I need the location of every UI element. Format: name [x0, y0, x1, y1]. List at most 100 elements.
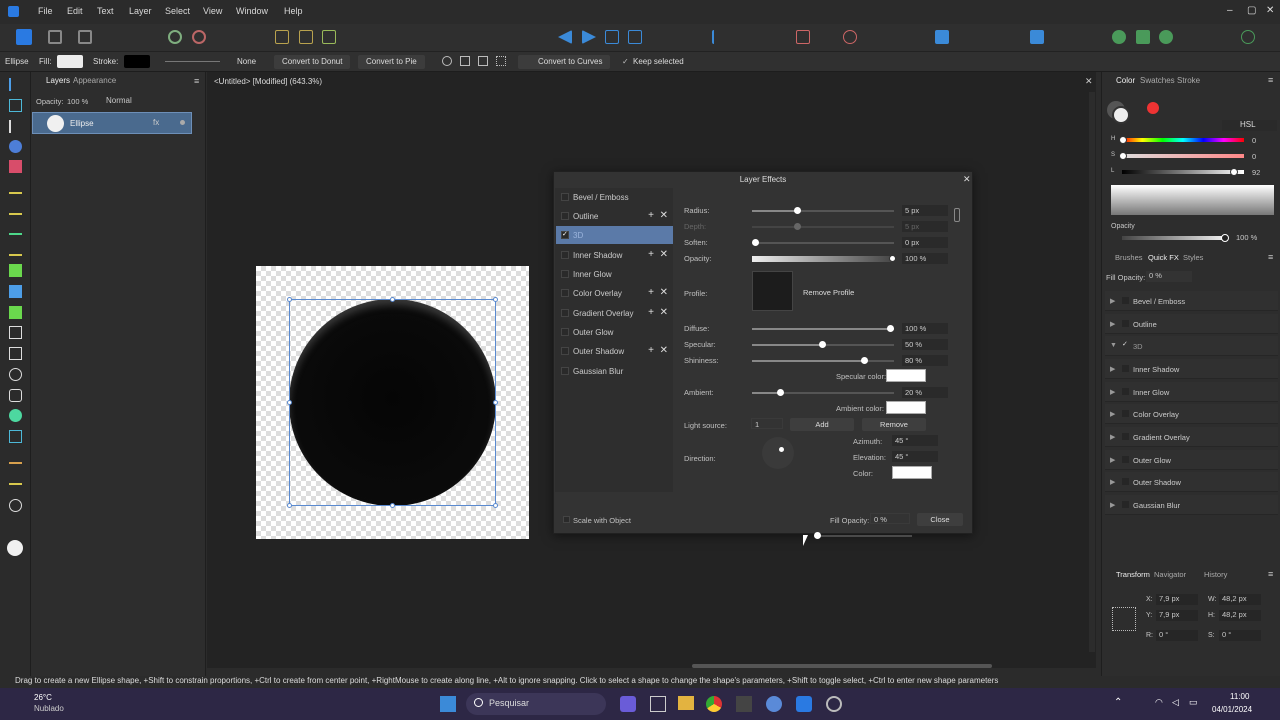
stroke-width-slider[interactable]: [165, 61, 220, 62]
affinity-designer-icon[interactable]: [796, 696, 812, 712]
menu-text[interactable]: Text: [97, 6, 114, 16]
qfx-outer-shadow[interactable]: ▶ Outer Shadow: [1105, 472, 1278, 492]
add-light-button[interactable]: Add: [790, 418, 854, 431]
bbox-icon[interactable]: [460, 56, 470, 66]
paint-tool-icon[interactable]: [9, 243, 22, 256]
clock-date[interactable]: 04/01/2024: [1212, 705, 1252, 714]
add-effect-icon[interactable]: +: [648, 210, 654, 221]
handle-tl[interactable]: [287, 297, 292, 302]
tab-stroke[interactable]: Stroke: [1177, 76, 1200, 85]
blend-mode-select[interactable]: Normal: [106, 96, 171, 107]
taskbar-search[interactable]: Pesquisar: [466, 693, 606, 715]
direction-wheel[interactable]: [762, 437, 794, 469]
crop-tool-icon[interactable]: [9, 326, 22, 339]
handle-tr[interactable]: [493, 297, 498, 302]
snap-icon[interactable]: [496, 56, 506, 66]
h-dim-value[interactable]: 48,2 px: [1219, 610, 1261, 621]
node-tool-icon[interactable]: [9, 120, 22, 133]
artboard-tool-icon[interactable]: [9, 99, 22, 112]
account-icon[interactable]: [1241, 30, 1255, 44]
ambient-color-swatch[interactable]: [886, 401, 926, 414]
file-explorer-icon[interactable]: [678, 696, 694, 710]
add-effect-icon[interactable]: +: [648, 287, 654, 298]
l-value[interactable]: 92: [1252, 168, 1260, 177]
boolean-subtract-icon[interactable]: [843, 30, 857, 44]
close-button[interactable]: Close: [917, 513, 963, 526]
flip-vertical-icon[interactable]: [582, 30, 596, 44]
w-value[interactable]: 48,2 px: [1219, 594, 1261, 605]
tab-quickfx[interactable]: Quick FX: [1148, 253, 1179, 262]
opacity-value[interactable]: 100 %: [902, 253, 948, 264]
fill-tool-icon[interactable]: [9, 264, 22, 277]
fill-stroke-wells[interactable]: [1112, 106, 1130, 124]
qfx-color-overlay[interactable]: ▶ Color Overlay: [1105, 404, 1278, 424]
weather-condition[interactable]: Nublado: [34, 704, 64, 713]
shininess-value[interactable]: 80 %: [902, 355, 948, 366]
h-value[interactable]: 0: [1252, 136, 1256, 145]
handle-b[interactable]: [390, 503, 395, 508]
qfx-fill-opacity-select[interactable]: 0 %: [1146, 271, 1192, 282]
effect-checkbox[interactable]: [561, 309, 569, 317]
tab-brushes[interactable]: Brushes: [1115, 253, 1143, 262]
rotate-right-icon[interactable]: [628, 30, 642, 44]
vector-crop-icon[interactable]: [9, 451, 22, 464]
remove-effect-icon[interactable]: ✕: [660, 249, 668, 260]
share-icon[interactable]: [1159, 30, 1173, 44]
rounded-rect-tool-icon[interactable]: [9, 389, 22, 402]
anchor-selector[interactable]: [1112, 607, 1136, 631]
specular-value[interactable]: 50 %: [902, 339, 948, 350]
align-icon[interactable]: [275, 30, 289, 44]
effect-outer-shadow[interactable]: Outer Shadow + ✕: [556, 342, 673, 360]
panel-menu-icon[interactable]: ≡: [194, 76, 199, 86]
x-value[interactable]: 7,9 px: [1156, 594, 1198, 605]
color-opacity-value[interactable]: 100 %: [1236, 233, 1257, 242]
taskview-icon[interactable]: [650, 696, 666, 712]
menu-select[interactable]: Select: [165, 6, 190, 16]
export-persona-icon[interactable]: [78, 30, 92, 44]
menu-view[interactable]: View: [203, 6, 222, 16]
s-value[interactable]: 0: [1252, 152, 1256, 161]
tab-swatches[interactable]: Swatches: [1140, 76, 1175, 85]
effect-checkbox[interactable]: [561, 212, 569, 220]
clock-time[interactable]: 11:00: [1230, 692, 1249, 701]
keep-selected-check-icon[interactable]: ✓: [622, 57, 629, 66]
pixel-persona-icon[interactable]: [48, 30, 62, 44]
opacity-value[interactable]: 100 %: [67, 97, 88, 106]
transform-menu-icon[interactable]: ≡: [1268, 569, 1273, 579]
flip-horizontal-icon[interactable]: [558, 30, 572, 44]
assistant-icon[interactable]: [1112, 30, 1126, 44]
grid-icon[interactable]: [478, 56, 488, 66]
add-effect-icon[interactable]: +: [648, 345, 654, 356]
qfx-gradient-overlay[interactable]: ▶ Gradient Overlay: [1105, 427, 1278, 447]
boolean-add-icon[interactable]: [796, 30, 810, 44]
ellipse-tool-icon[interactable]: [9, 368, 22, 381]
place-image-icon[interactable]: [9, 306, 22, 319]
convert-to-curves-button[interactable]: Convert to Curves: [518, 55, 611, 69]
effect-checkbox[interactable]: [561, 367, 569, 375]
add-effect-icon[interactable]: +: [648, 307, 654, 318]
scale-with-object-checkbox[interactable]: [563, 516, 570, 523]
wifi-icon[interactable]: ◠: [1155, 697, 1163, 708]
eyedropper-color-icon[interactable]: [1147, 102, 1159, 114]
text-tool-icon[interactable]: [9, 430, 22, 443]
close-window-icon[interactable]: ✕: [1266, 5, 1274, 16]
soften-slider[interactable]: [752, 239, 894, 246]
fill-opacity-knob[interactable]: [814, 532, 821, 539]
maximize-icon[interactable]: ▢: [1247, 5, 1256, 16]
shininess-slider[interactable]: [752, 357, 894, 364]
rotation-value[interactable]: 0 °: [1156, 630, 1198, 641]
close-document-icon[interactable]: ✕: [1085, 76, 1093, 87]
fill-opacity-slider[interactable]: [814, 532, 912, 539]
remove-light-button[interactable]: Remove: [862, 418, 926, 431]
effect-checkbox[interactable]: [561, 270, 569, 278]
depth-slider[interactable]: [752, 223, 894, 230]
settings-gear-icon[interactable]: [168, 30, 182, 44]
layer-row-ellipse[interactable]: Ellipse fx: [32, 112, 192, 134]
tab-navigator[interactable]: Navigator: [1154, 570, 1186, 579]
dialog-close-icon[interactable]: ✕: [963, 174, 971, 185]
shear-value[interactable]: 0 °: [1219, 630, 1261, 641]
arrange-icon[interactable]: [712, 30, 726, 44]
specular-slider[interactable]: [752, 341, 894, 348]
brush-tool-icon[interactable]: [9, 222, 22, 235]
light-source-select[interactable]: 1: [751, 418, 783, 429]
